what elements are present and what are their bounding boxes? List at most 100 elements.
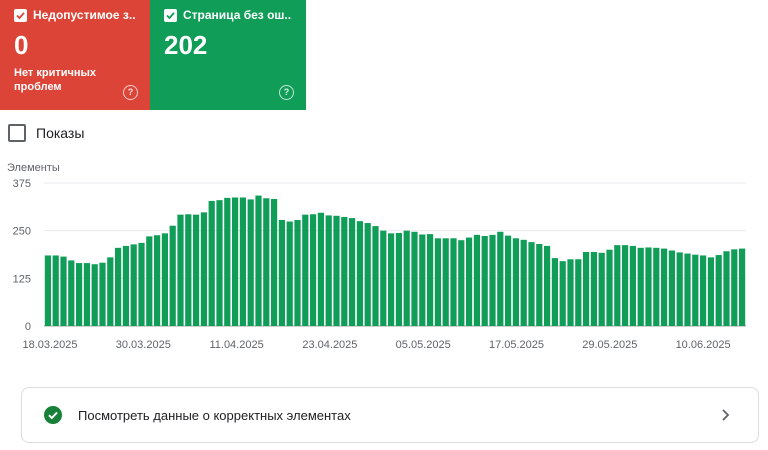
bar bbox=[83, 263, 90, 326]
bar bbox=[232, 197, 239, 326]
bar bbox=[130, 244, 137, 326]
bar bbox=[700, 255, 707, 326]
bar bbox=[68, 260, 75, 326]
bar bbox=[76, 263, 83, 326]
bar bbox=[567, 259, 574, 326]
bar bbox=[707, 257, 714, 326]
bar bbox=[349, 218, 356, 326]
bar bbox=[551, 258, 558, 326]
bar bbox=[317, 212, 324, 326]
checkbox-checked-icon[interactable] bbox=[164, 8, 177, 22]
bar bbox=[739, 248, 746, 326]
impressions-toggle[interactable]: Показы bbox=[8, 124, 84, 142]
x-tick-label: 11.04.2025 bbox=[209, 339, 263, 351]
bar bbox=[271, 199, 278, 326]
bar bbox=[294, 219, 301, 326]
toggle-label: Показы bbox=[36, 125, 85, 141]
items-bar-chart: 0 125 250 375 18.03.2025 30.03.2025 11.04.2025… bbox=[13, 178, 746, 351]
bar bbox=[278, 219, 285, 326]
bar bbox=[208, 200, 215, 326]
bar bbox=[590, 252, 597, 326]
bar bbox=[325, 215, 332, 326]
bar bbox=[224, 197, 231, 326]
bar bbox=[310, 214, 317, 326]
bar bbox=[473, 234, 480, 326]
bar bbox=[122, 245, 129, 326]
bar bbox=[364, 223, 371, 326]
bar bbox=[653, 247, 660, 326]
bar bbox=[216, 200, 223, 326]
y-tick-label: 0 bbox=[25, 321, 31, 333]
check-circle-icon bbox=[44, 406, 62, 424]
bar bbox=[520, 239, 527, 326]
x-tick-label: 30.03.2025 bbox=[116, 339, 171, 351]
bar bbox=[44, 255, 51, 326]
bar bbox=[427, 234, 434, 326]
bar bbox=[138, 242, 145, 326]
bar bbox=[676, 252, 683, 326]
bar bbox=[559, 261, 566, 326]
bar bbox=[263, 198, 270, 326]
bar bbox=[107, 257, 114, 326]
bar bbox=[247, 199, 254, 326]
bar bbox=[161, 233, 168, 326]
bar bbox=[177, 214, 184, 326]
card-label: Страница без ош... bbox=[183, 8, 292, 22]
bar bbox=[606, 249, 613, 326]
chevron-right-icon bbox=[722, 409, 730, 421]
bar bbox=[239, 197, 246, 326]
bar bbox=[512, 238, 519, 326]
bar bbox=[450, 238, 457, 326]
y-tick-label: 375 bbox=[13, 178, 31, 190]
help-icon[interactable]: ? bbox=[279, 85, 294, 100]
bar bbox=[185, 214, 192, 326]
x-tick-label: 10.06.2025 bbox=[676, 339, 731, 351]
bar bbox=[684, 253, 691, 326]
bar bbox=[169, 225, 176, 326]
bar bbox=[91, 264, 98, 326]
bar bbox=[489, 234, 496, 326]
bar bbox=[598, 252, 605, 326]
card-label: Недопустимое з... bbox=[33, 8, 136, 22]
bar bbox=[99, 262, 106, 326]
help-icon[interactable]: ? bbox=[123, 85, 138, 100]
checkbox-checked-icon[interactable] bbox=[14, 8, 27, 22]
bar bbox=[715, 255, 722, 326]
bar bbox=[411, 231, 418, 326]
card-value: 202 bbox=[164, 30, 208, 60]
bar bbox=[692, 254, 699, 326]
invalid-items-card[interactable]: Недопустимое з... 0 Нет критичных пробле… bbox=[0, 0, 150, 110]
card-subtitle: Нет критичных проблем bbox=[14, 67, 97, 93]
bar bbox=[193, 214, 200, 326]
bar bbox=[481, 236, 488, 326]
view-valid-items-button[interactable]: Посмотреть данные о корректных элементах bbox=[21, 387, 759, 443]
bar bbox=[200, 212, 207, 326]
bar bbox=[380, 230, 387, 326]
bar bbox=[723, 251, 730, 326]
bar bbox=[629, 245, 636, 326]
bar bbox=[497, 231, 504, 326]
bar bbox=[575, 259, 582, 326]
bar bbox=[661, 248, 668, 326]
bar bbox=[544, 245, 551, 326]
bar bbox=[442, 238, 449, 326]
bar bbox=[622, 245, 629, 326]
bar bbox=[458, 240, 465, 326]
bar bbox=[333, 215, 340, 326]
bar bbox=[645, 247, 652, 326]
bar bbox=[302, 214, 309, 326]
bar bbox=[528, 242, 535, 326]
footer-label: Посмотреть данные о корректных элементах bbox=[78, 407, 351, 423]
bar bbox=[52, 255, 59, 326]
x-tick-label: 29.05.2025 bbox=[582, 339, 637, 351]
valid-pages-card[interactable]: Страница без ош... 202 ? bbox=[150, 0, 306, 110]
checkbox-unchecked-icon[interactable] bbox=[8, 124, 26, 142]
bar bbox=[536, 244, 543, 326]
bar bbox=[395, 232, 402, 326]
x-tick-label: 23.04.2025 bbox=[302, 339, 357, 351]
bar bbox=[154, 235, 161, 326]
bar bbox=[434, 238, 441, 326]
bar bbox=[255, 195, 262, 326]
bar bbox=[731, 249, 738, 326]
bar bbox=[388, 233, 395, 326]
